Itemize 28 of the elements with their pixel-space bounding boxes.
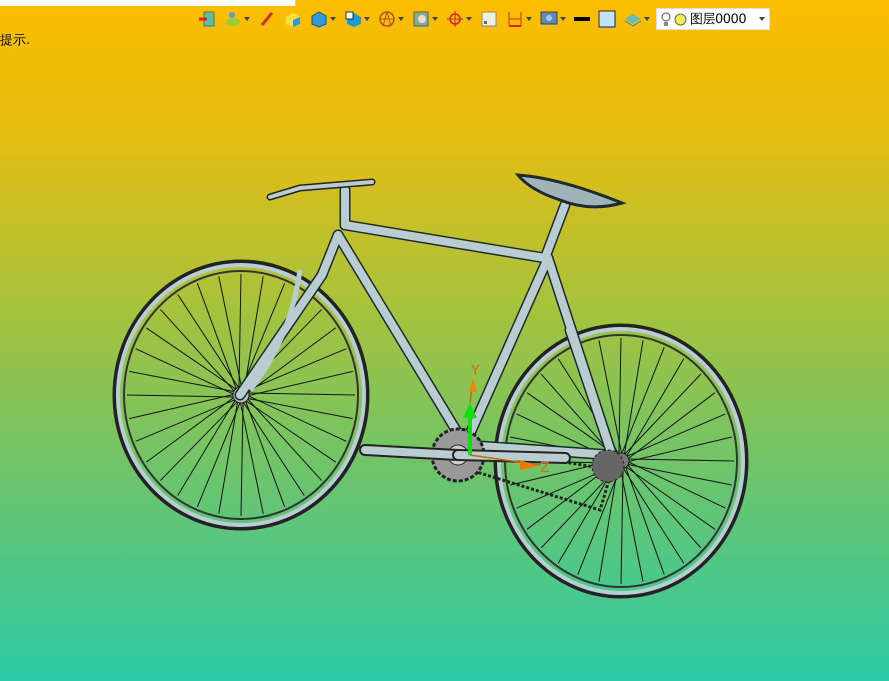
- toolbar-button[interactable]: [596, 9, 618, 29]
- box-icon: [284, 10, 302, 28]
- exit-icon: [198, 10, 216, 28]
- caret-icon: [244, 17, 250, 21]
- caret-icon: [759, 17, 765, 21]
- target-icon: [446, 10, 464, 28]
- color-swatch-icon: [598, 10, 616, 28]
- view-cube-icon: [344, 10, 362, 28]
- caret-icon: [364, 17, 370, 21]
- bulb-icon: [661, 12, 671, 26]
- caret-icon: [644, 17, 650, 21]
- caret-icon: [398, 17, 404, 21]
- circle-icon: [674, 12, 687, 26]
- dimension-icon: [506, 10, 524, 28]
- pen-icon: [258, 10, 276, 28]
- caret-icon: [560, 17, 566, 21]
- cube-icon: [310, 10, 328, 28]
- axis-label: Y: [471, 363, 480, 379]
- caret-icon: [466, 17, 472, 21]
- layer-dropdown[interactable]: 图层0000: [656, 8, 770, 30]
- axis-label: Z: [540, 460, 550, 476]
- window-icon: [480, 10, 498, 28]
- caret-icon: [526, 17, 532, 21]
- hint-text: 提示.: [0, 32, 30, 49]
- caret-icon: [330, 17, 336, 21]
- line-style-icon: [574, 16, 590, 22]
- zoom-box-icon: [412, 10, 430, 28]
- caret-icon: [432, 17, 438, 21]
